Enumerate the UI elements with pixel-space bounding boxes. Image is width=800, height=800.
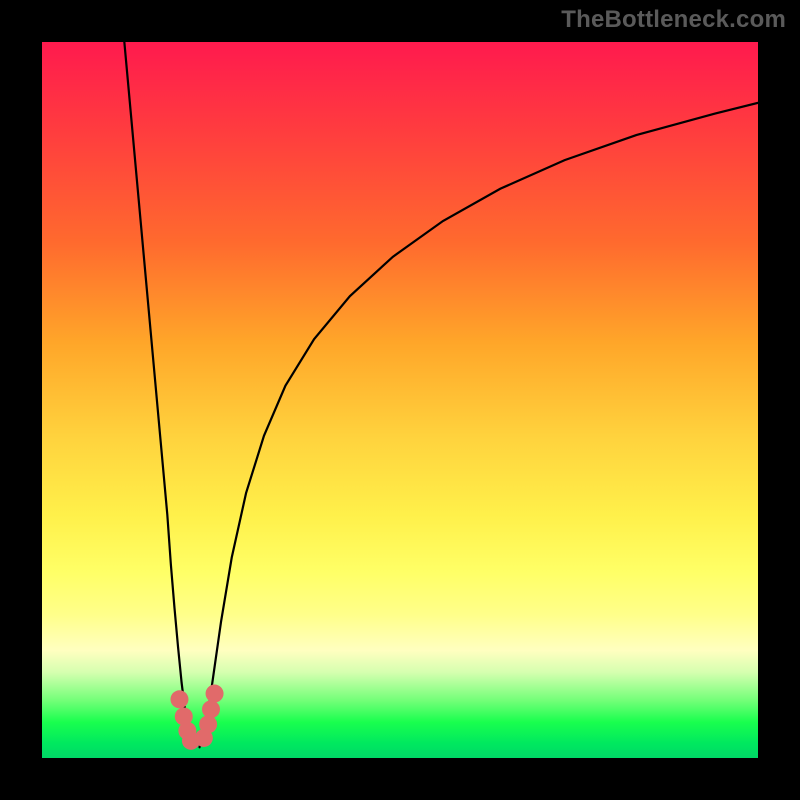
plot-area [42, 42, 758, 758]
data-marker [206, 685, 224, 703]
data-marker [202, 700, 220, 718]
data-markers [170, 685, 223, 750]
data-marker [199, 715, 217, 733]
curve-right-branch [200, 103, 758, 747]
curve-left-branch [124, 42, 192, 747]
bottleneck-curve [42, 42, 758, 758]
watermark-text: TheBottleneck.com [561, 6, 786, 34]
data-marker [170, 690, 188, 708]
chart-frame: TheBottleneck.com [0, 0, 800, 800]
